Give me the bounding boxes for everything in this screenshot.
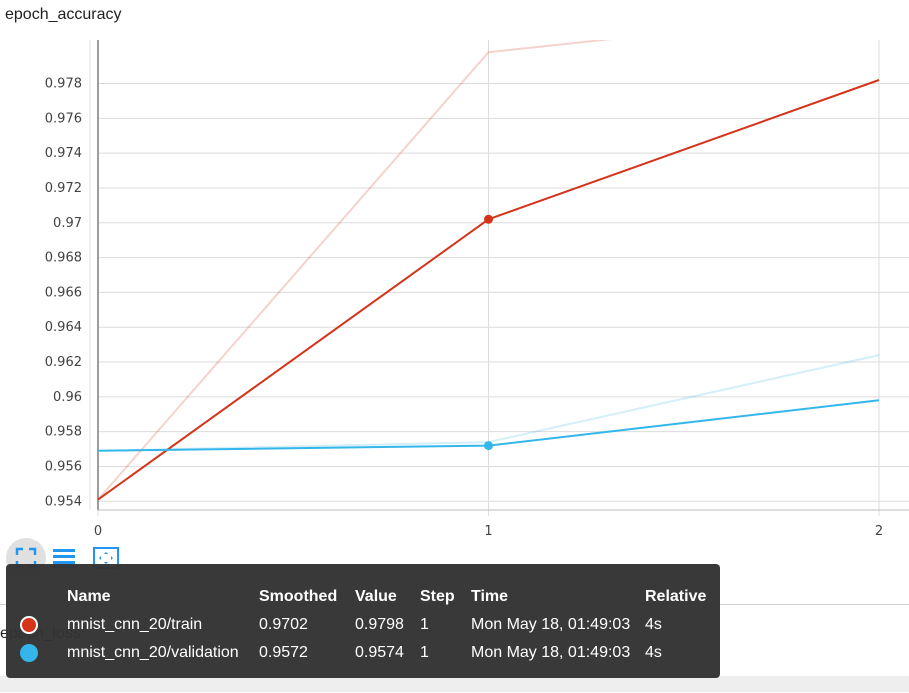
x-tick-label: 1 bbox=[484, 524, 492, 539]
tooltip-name: mnist_cnn_20/train bbox=[67, 616, 203, 633]
tooltip-row-validation: mnist_cnn_20/validation 0.9572 0.9574 1 … bbox=[20, 639, 713, 667]
tooltip-step: 1 bbox=[420, 644, 429, 661]
data-tooltip: Name Smoothed Value Step Time Relative m… bbox=[6, 564, 720, 678]
tooltip-header-smoothed: Smoothed bbox=[259, 588, 338, 605]
tooltip-row-train: mnist_cnn_20/train 0.9702 0.9798 1 Mon M… bbox=[20, 611, 713, 639]
tooltip-header-row: Name Smoothed Value Step Time Relative bbox=[20, 587, 713, 611]
tooltip-header-step: Step bbox=[420, 588, 455, 605]
y-tick-label: 0.954 bbox=[45, 494, 82, 509]
highlight-point-train bbox=[484, 214, 493, 224]
y-tick-label: 0.976 bbox=[45, 111, 82, 126]
tooltip-header-value: Value bbox=[355, 588, 397, 605]
tooltip-table: Name Smoothed Value Step Time Relative m… bbox=[20, 587, 713, 667]
tooltip-name: mnist_cnn_20/validation bbox=[67, 644, 239, 661]
y-tick-label: 0.978 bbox=[45, 77, 82, 92]
x-tick-label: 2 bbox=[875, 524, 883, 539]
y-tick-label: 0.964 bbox=[45, 320, 82, 335]
tooltip-header-name: Name bbox=[67, 588, 111, 605]
highlight-point-validation bbox=[484, 441, 493, 451]
tooltip-header-swatch bbox=[20, 587, 67, 611]
x-tick-label: 0 bbox=[94, 524, 102, 539]
tooltip-swatch-cell bbox=[20, 639, 67, 667]
accuracy-chart[interactable]: 0.954 0.956 0.958 0.96 0.962 0.964 0.966 0.968 0… bbox=[0, 0, 909, 545]
y-tick-label: 0.962 bbox=[45, 355, 82, 370]
y-tick-label: 0.956 bbox=[45, 459, 82, 474]
y-tick-label: 0.968 bbox=[45, 251, 82, 266]
tooltip-smoothed: 0.9572 bbox=[259, 644, 308, 661]
bottom-strip bbox=[0, 676, 909, 692]
tooltip-relative: 4s bbox=[645, 644, 662, 661]
series-swatch-train bbox=[20, 615, 38, 634]
tooltip-value: 0.9798 bbox=[355, 616, 404, 633]
tooltip-swatch-cell bbox=[20, 611, 67, 639]
tooltip-smoothed: 0.9702 bbox=[259, 616, 308, 633]
y-tick-label: 0.974 bbox=[45, 146, 82, 161]
y-tick-label: 0.96 bbox=[53, 390, 82, 405]
tooltip-step: 1 bbox=[420, 616, 429, 633]
tooltip-time: Mon May 18, 01:49:03 bbox=[471, 616, 631, 633]
y-tick-label: 0.972 bbox=[45, 181, 82, 196]
y-tick-label: 0.958 bbox=[45, 425, 82, 440]
y-tick-label: 0.97 bbox=[53, 216, 82, 231]
tooltip-time: Mon May 18, 01:49:03 bbox=[471, 644, 631, 661]
tooltip-value: 0.9574 bbox=[355, 644, 404, 661]
series-swatch-validation bbox=[20, 643, 38, 662]
tooltip-header-relative: Relative bbox=[645, 588, 707, 605]
y-tick-label: 0.966 bbox=[45, 285, 82, 300]
tooltip-relative: 4s bbox=[645, 616, 662, 633]
tooltip-header-time: Time bbox=[471, 588, 509, 605]
